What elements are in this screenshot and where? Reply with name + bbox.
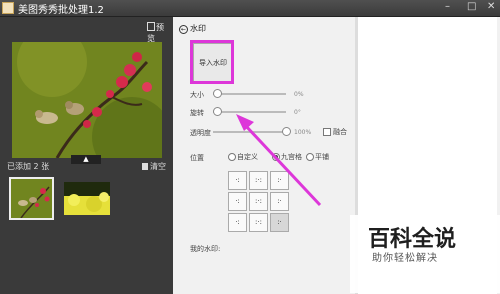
baike-subtitle: 助你轻松解决	[372, 253, 438, 264]
baike-logo: 百科全说 助你轻松解决	[350, 215, 500, 293]
